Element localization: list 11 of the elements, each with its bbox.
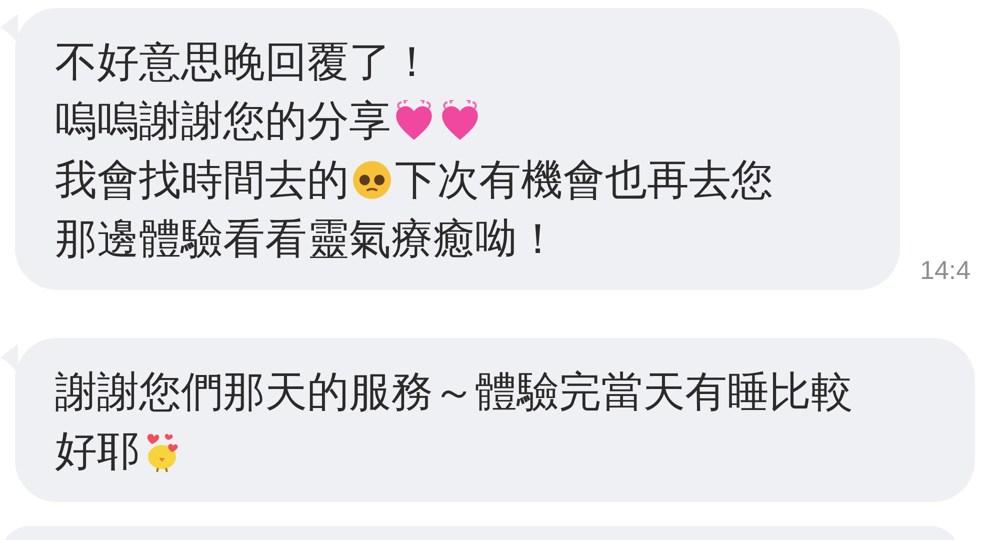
message-text: 嗚嗚謝謝您的分享 <box>55 94 391 146</box>
message-text: 下次有機會也再去您 <box>395 154 773 206</box>
heart-icon <box>439 100 481 142</box>
message-text: 好耶 <box>55 424 139 476</box>
message-text: 我會找時間去的 <box>55 154 349 206</box>
message-time: 14:4 <box>920 255 971 286</box>
emoji-icon <box>351 158 393 200</box>
heart-icon <box>393 100 435 142</box>
message-text: 不好意思晚回覆了！ <box>55 36 433 88</box>
message-text: 謝謝您們那天的服務～體驗完當天有睡比較 <box>55 366 853 418</box>
message-text: 那邊體驗看看靈氣療癒呦！ <box>55 212 559 264</box>
